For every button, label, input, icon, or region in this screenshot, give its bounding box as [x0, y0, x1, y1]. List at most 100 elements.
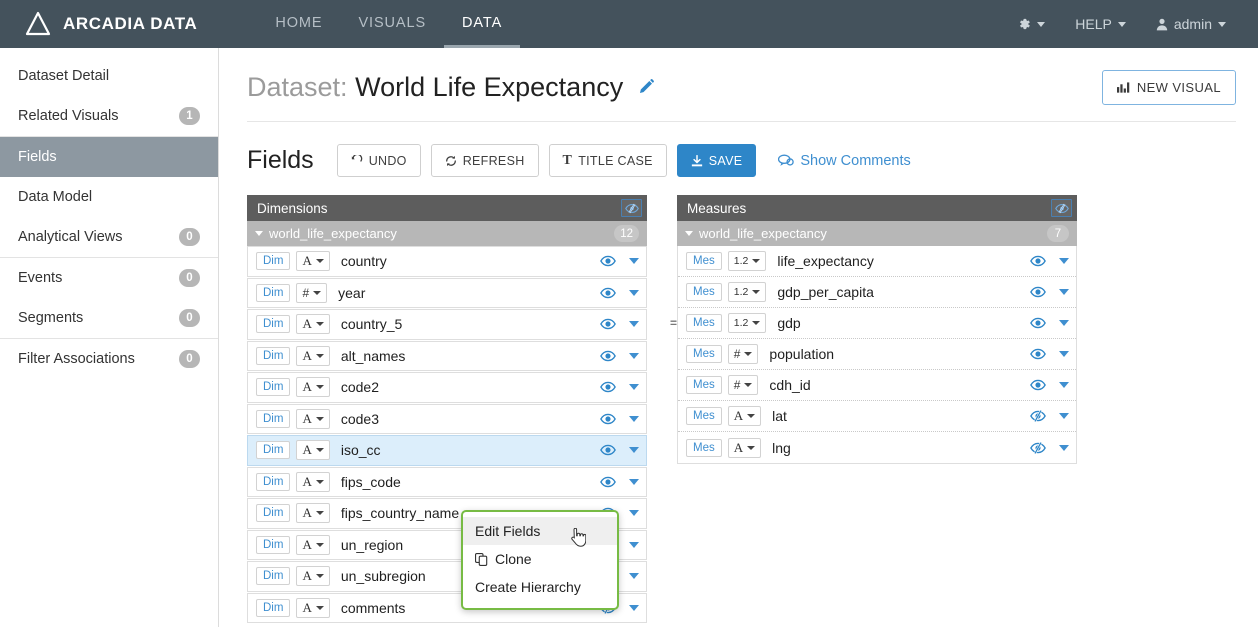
field-role-badge[interactable]: Dim [256, 252, 291, 271]
sidebar-item-events[interactable]: Events 0 [0, 258, 218, 298]
title-case-button[interactable]: T TITLE CASE [548, 144, 667, 177]
field-type-select[interactable]: # [296, 282, 328, 303]
table-row[interactable]: Mes A lng [678, 432, 1076, 463]
field-type-select[interactable]: A [296, 566, 330, 587]
field-type-select[interactable]: A [727, 406, 762, 426]
eye-icon[interactable] [600, 444, 616, 456]
eye-icon[interactable] [600, 413, 616, 425]
row-menu-chevron-icon[interactable] [1059, 413, 1069, 419]
new-visual-button[interactable]: NEW VISUAL [1101, 70, 1236, 105]
sidebar-item-related-visuals[interactable]: Related Visuals 1 [0, 96, 218, 136]
field-role-badge[interactable]: Mes [686, 376, 722, 394]
row-menu-chevron-icon[interactable] [629, 415, 639, 422]
field-role-badge[interactable]: Mes [686, 314, 722, 332]
table-row[interactable]: Mes # population [678, 339, 1076, 370]
field-type-select[interactable]: A [296, 503, 330, 524]
eye-icon[interactable] [600, 255, 616, 267]
table-row[interactable]: Mes # cdh_id [678, 370, 1076, 401]
table-row[interactable]: Mes A lat [678, 401, 1076, 432]
field-role-badge[interactable]: Dim [256, 441, 291, 460]
table-row[interactable]: Dim # year [247, 277, 647, 308]
row-menu-chevron-icon[interactable] [1059, 320, 1069, 326]
field-role-badge[interactable]: Dim [256, 535, 291, 554]
field-role-badge[interactable]: Dim [256, 472, 291, 491]
sidebar-item-filter-associations[interactable]: Filter Associations 0 [0, 339, 218, 379]
field-type-select[interactable]: A [296, 408, 330, 429]
row-menu-chevron-icon[interactable] [1059, 382, 1069, 388]
field-type-select[interactable]: # [727, 375, 759, 395]
field-type-select[interactable]: A [296, 314, 330, 335]
eye-icon[interactable] [600, 350, 616, 362]
eye-icon[interactable] [1030, 317, 1046, 329]
table-row[interactable]: Dim A code3 [247, 403, 647, 434]
table-row[interactable]: Dim A fips_code [247, 466, 647, 497]
table-row[interactable]: Dim A code2 [247, 372, 647, 403]
row-menu-chevron-icon[interactable] [1059, 289, 1069, 295]
field-role-badge[interactable]: Mes [686, 407, 722, 425]
field-type-select[interactable]: A [727, 437, 762, 458]
field-type-select[interactable]: A [296, 345, 330, 366]
field-type-select[interactable]: 1.2 [727, 313, 767, 333]
row-menu-chevron-icon[interactable] [629, 447, 639, 454]
eye-icon[interactable] [1030, 379, 1046, 391]
table-row[interactable]: Dim A country [247, 246, 647, 277]
field-role-badge[interactable]: Dim [256, 409, 291, 428]
field-type-select[interactable]: 1.2 [727, 251, 767, 271]
field-type-select[interactable]: A [296, 471, 330, 492]
row-menu-chevron-icon[interactable] [629, 573, 639, 580]
field-role-badge[interactable]: Dim [256, 346, 291, 365]
field-type-select[interactable]: 1.2 [727, 282, 767, 302]
field-role-badge[interactable]: Dim [256, 315, 291, 334]
field-role-badge[interactable]: Mes [686, 252, 722, 270]
row-menu-chevron-icon[interactable] [629, 510, 639, 517]
table-row[interactable]: Dim A alt_names [247, 340, 647, 371]
sidebar-item-fields[interactable]: Fields [0, 137, 218, 177]
table-row[interactable]: Dim A iso_cc [247, 435, 647, 466]
show-comments-link[interactable]: Show Comments [778, 153, 911, 169]
context-menu-item-create-hierarchy[interactable]: Create Hierarchy [463, 573, 617, 601]
field-type-select[interactable]: # [727, 344, 759, 364]
row-menu-chevron-icon[interactable] [1059, 351, 1069, 357]
refresh-button[interactable]: REFRESH [430, 144, 539, 177]
sidebar-item-segments[interactable]: Segments 0 [0, 298, 218, 338]
settings-menu[interactable] [1003, 0, 1059, 48]
nav-link-home[interactable]: HOME [257, 0, 340, 48]
table-row[interactable]: Mes 1.2 gdp_per_capita [678, 277, 1076, 308]
eye-icon[interactable] [1030, 348, 1046, 360]
eye-icon[interactable] [600, 287, 616, 299]
field-type-select[interactable]: A [296, 597, 330, 618]
eye-slash-icon[interactable] [1030, 410, 1046, 422]
eye-icon[interactable] [1030, 255, 1046, 267]
eye-slash-icon[interactable] [1030, 441, 1046, 454]
field-role-badge[interactable]: Mes [686, 283, 722, 301]
sidebar-item-data-model[interactable]: Data Model [0, 177, 218, 217]
row-menu-chevron-icon[interactable] [629, 258, 639, 265]
field-role-badge[interactable]: Dim [256, 378, 291, 397]
field-role-badge[interactable]: Mes [686, 438, 722, 457]
help-menu[interactable]: HELP [1061, 0, 1140, 48]
context-menu-item-clone[interactable]: Clone [463, 545, 617, 573]
row-menu-chevron-icon[interactable] [629, 352, 639, 359]
context-menu-item-edit-fields[interactable]: Edit Fields [463, 517, 617, 547]
row-menu-chevron-icon[interactable] [629, 604, 639, 611]
eye-icon[interactable] [1030, 286, 1046, 298]
row-menu-chevron-icon[interactable] [629, 384, 639, 391]
nav-link-visuals[interactable]: VISUALS [340, 0, 444, 48]
table-row[interactable]: Mes 1.2 life_expectancy [678, 246, 1076, 277]
eye-icon[interactable] [600, 318, 616, 330]
brand-logo[interactable]: ARCADIA DATA [0, 0, 197, 48]
field-role-badge[interactable]: Dim [256, 504, 291, 523]
row-menu-chevron-icon[interactable] [1059, 444, 1069, 451]
row-menu-chevron-icon[interactable] [629, 289, 639, 296]
eye-icon[interactable] [600, 476, 616, 488]
table-row[interactable]: Dim A country_5 [247, 309, 647, 340]
field-role-badge[interactable]: Mes [686, 345, 722, 363]
eye-icon[interactable] [600, 381, 616, 393]
row-menu-chevron-icon[interactable] [629, 321, 639, 328]
user-menu[interactable]: admin [1142, 0, 1240, 48]
pencil-icon[interactable] [637, 79, 655, 96]
field-type-select[interactable]: A [296, 440, 330, 461]
field-role-badge[interactable]: Dim [256, 598, 291, 617]
measures-hide-all-toggle[interactable] [1051, 199, 1072, 217]
field-type-select[interactable]: A [296, 251, 330, 272]
